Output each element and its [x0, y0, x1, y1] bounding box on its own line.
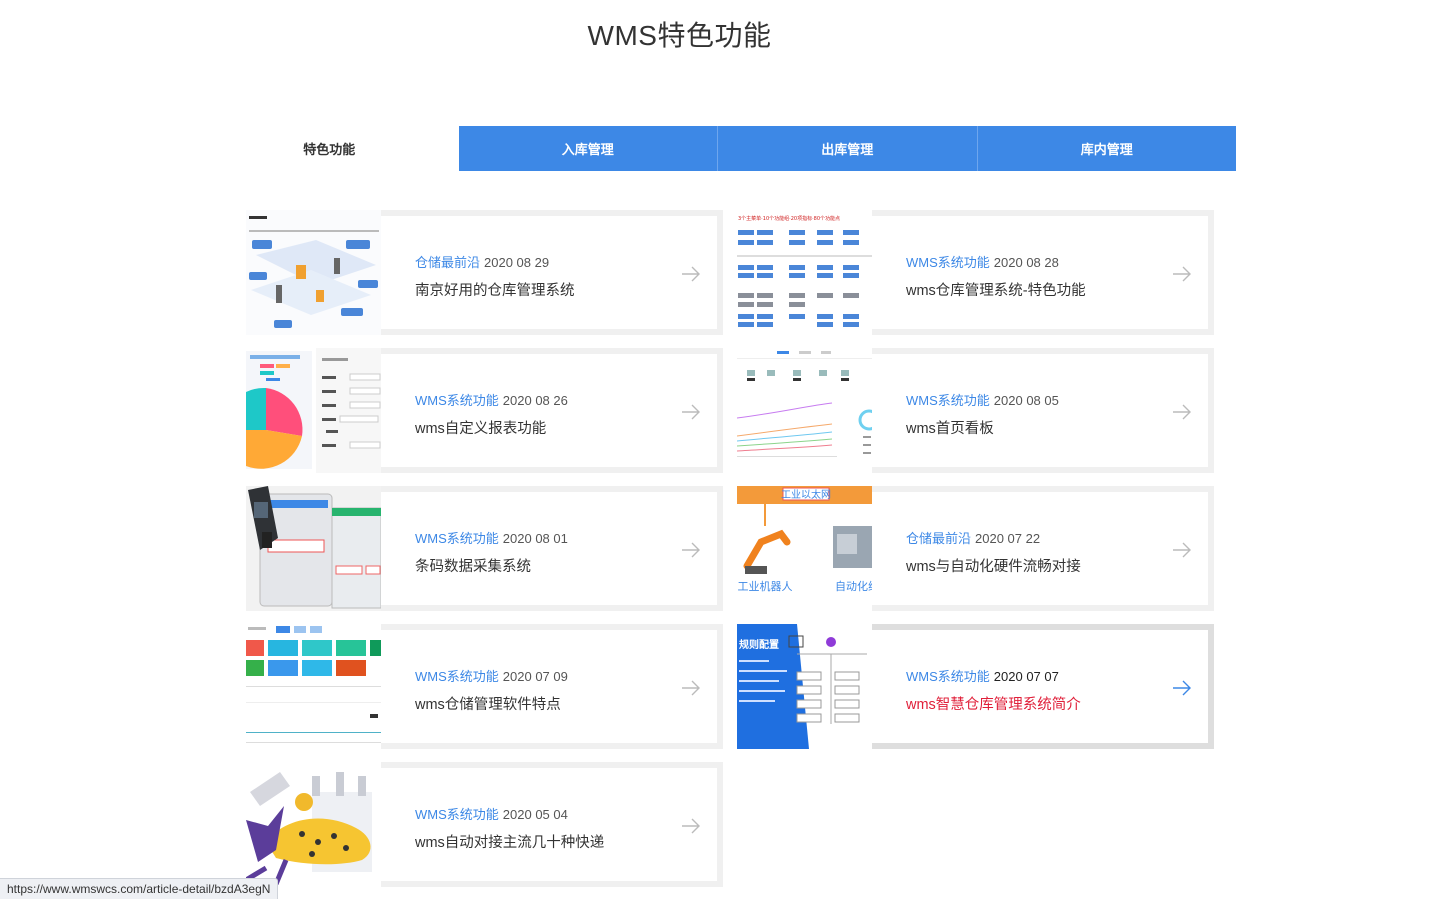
article-title[interactable]: wms自动对接主流几十种快递 [415, 831, 604, 852]
article-category[interactable]: WMS系统功能 [415, 669, 499, 684]
arrow-right-icon[interactable] [1172, 680, 1192, 696]
article-date: 2020 05 04 [502, 807, 568, 822]
article-date: 2020 08 01 [502, 531, 568, 546]
tab-inbound[interactable]: 入库管理 [458, 126, 717, 171]
status-bar-url: https://www.wmswcs.com/article-detail/bz… [0, 878, 279, 899]
article-thumbnail: 工业以太网 工业机器人 自动化线 [737, 486, 872, 611]
article-thumbnail [737, 348, 872, 473]
article-title[interactable]: wms与自动化硬件流畅对接 [906, 555, 1081, 576]
article-category[interactable]: WMS系统功能 [906, 255, 990, 270]
article-category[interactable]: WMS系统功能 [415, 807, 499, 822]
arrow-right-icon[interactable] [1172, 266, 1192, 282]
arrow-right-icon[interactable] [681, 266, 701, 282]
article-title[interactable]: wms智慧仓库管理系统简介 [906, 693, 1081, 714]
article-category[interactable]: WMS系统功能 [415, 393, 499, 408]
article-card[interactable]: WMS系统功能 2020 05 04 wms自动对接主流几十种快递 [246, 762, 723, 887]
article-thumbnail [246, 486, 381, 611]
article-card[interactable]: WMS系统功能 2020 08 05 wms首页看板 [737, 348, 1214, 473]
arrow-right-icon[interactable] [1172, 404, 1192, 420]
article-card[interactable]: 工业以太网 工业机器人 自动化线 仓储最前沿 2020 07 22 wms与自动化… [737, 486, 1214, 611]
article-thumbnail [246, 762, 381, 887]
arrow-right-icon[interactable] [681, 404, 701, 420]
article-date: 2020 08 28 [993, 255, 1059, 270]
svg-text:工业机器人: 工业机器人 [738, 579, 793, 593]
article-title[interactable]: wms首页看板 [906, 417, 994, 438]
svg-text:规则配置: 规则配置 [739, 638, 779, 651]
svg-text:工业以太网: 工业以太网 [781, 488, 831, 501]
article-card[interactable]: 仓储最前沿 2020 08 29 南京好用的仓库管理系统 [246, 210, 723, 335]
article-category[interactable]: 仓储最前沿 [415, 255, 480, 270]
article-card[interactable]: WMS系统功能 2020 08 26 wms自定义报表功能 [246, 348, 723, 473]
arrow-right-icon[interactable] [681, 680, 701, 696]
article-date: 2020 07 09 [502, 669, 568, 684]
article-category[interactable]: WMS系统功能 [415, 531, 499, 546]
article-thumbnail [246, 210, 381, 335]
article-card[interactable]: 3个主菜单·10个功能组·20项指标·80个功能点 WMS系统功能 2020 08… [737, 210, 1214, 335]
article-title[interactable]: wms仓储管理软件特点 [415, 693, 561, 714]
article-title[interactable]: wms仓库管理系统-特色功能 [906, 279, 1086, 300]
article-title[interactable]: 南京好用的仓库管理系统 [415, 279, 575, 300]
article-thumbnail: 规则配置 [737, 624, 872, 749]
arrow-right-icon[interactable] [1172, 542, 1192, 558]
article-card[interactable]: WMS系统功能 2020 08 01 条码数据采集系统 [246, 486, 723, 611]
article-title[interactable]: wms自定义报表功能 [415, 417, 546, 438]
svg-text:3个主菜单·10个功能组·20项指标·80个功能点: 3个主菜单·10个功能组·20项指标·80个功能点 [738, 215, 840, 222]
article-thumbnail [246, 624, 381, 749]
tab-bar: 特色功能 入库管理 出库管理 库内管理 [200, 126, 1236, 171]
article-category[interactable]: WMS系统功能 [906, 669, 990, 684]
svg-text:自动化线: 自动化线 [835, 579, 872, 593]
tab-features[interactable]: 特色功能 [200, 126, 459, 171]
arrow-right-icon[interactable] [681, 818, 701, 834]
article-date: 2020 08 05 [993, 393, 1059, 408]
page-title: WMS特色功能 [587, 20, 772, 51]
tab-inventory[interactable]: 库内管理 [976, 126, 1236, 171]
article-card[interactable]: WMS系统功能 2020 07 09 wms仓储管理软件特点 [246, 624, 723, 749]
article-category[interactable]: 仓储最前沿 [906, 531, 971, 546]
article-thumbnail [246, 348, 381, 473]
article-date: 2020 07 07 [993, 669, 1059, 684]
article-title[interactable]: 条码数据采集系统 [415, 555, 531, 576]
article-date: 2020 08 26 [502, 393, 568, 408]
article-card-hovered[interactable]: 规则配置 WMS系统功能 2020 07 07 wms智慧仓库管理系统简介 [737, 624, 1214, 749]
arrow-right-icon[interactable] [681, 542, 701, 558]
tab-outbound[interactable]: 出库管理 [717, 126, 977, 171]
article-category[interactable]: WMS系统功能 [906, 393, 990, 408]
article-date: 2020 08 29 [484, 255, 550, 270]
article-date: 2020 07 22 [975, 531, 1041, 546]
article-thumbnail: 3个主菜单·10个功能组·20项指标·80个功能点 [737, 210, 872, 335]
